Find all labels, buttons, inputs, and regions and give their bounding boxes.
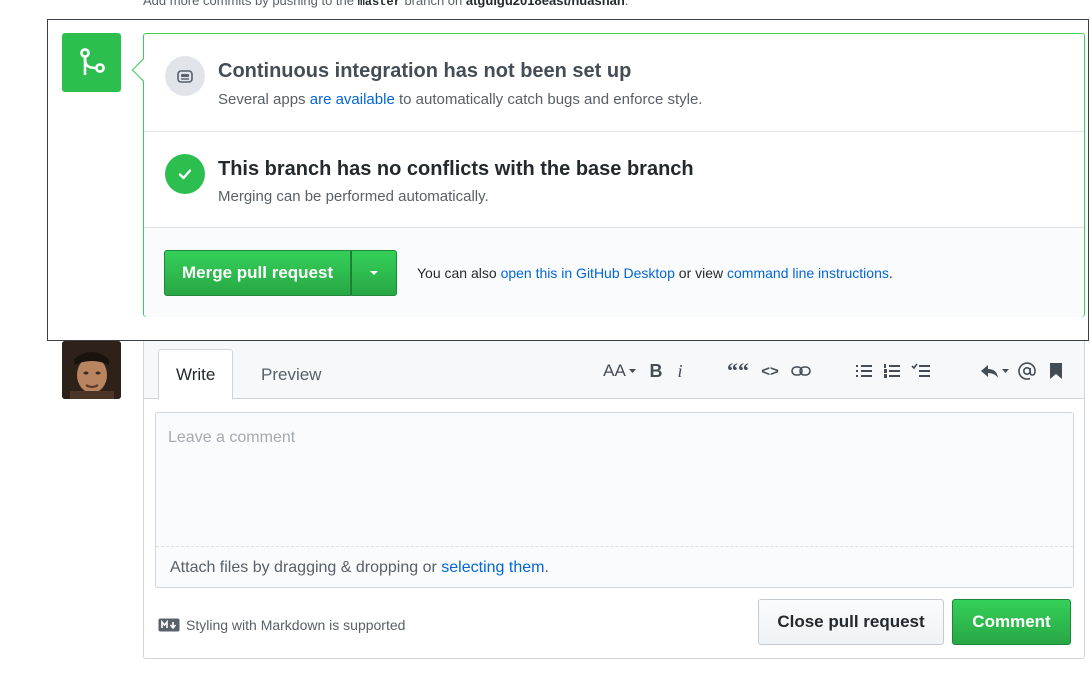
unordered-list-icon bbox=[856, 365, 872, 377]
link-icon bbox=[791, 366, 811, 376]
conflicts-description: Merging can be performed automatically. bbox=[218, 188, 489, 205]
comment-button[interactable]: Comment bbox=[952, 599, 1071, 645]
mention-icon bbox=[1018, 362, 1036, 380]
open-in-desktop-link[interactable]: open this in GitHub Desktop bbox=[501, 265, 675, 281]
bulleted-list-button[interactable] bbox=[853, 359, 875, 383]
mention-button[interactable] bbox=[1016, 359, 1038, 383]
apps-available-link[interactable]: are available bbox=[310, 91, 395, 108]
repo-name: atguigu2018east/huashan bbox=[465, 0, 625, 8]
merge-pull-request-button[interactable]: Merge pull request bbox=[164, 250, 352, 296]
saved-reply-button[interactable] bbox=[1046, 359, 1066, 383]
numbered-list-button[interactable] bbox=[881, 359, 903, 383]
branch-name: master bbox=[357, 0, 401, 9]
bold-button[interactable]: B bbox=[646, 359, 666, 383]
robot-icon bbox=[177, 70, 193, 83]
user-avatar-image bbox=[62, 341, 121, 399]
ci-description: Several apps are available to automatica… bbox=[218, 91, 703, 108]
merge-options-dropdown[interactable] bbox=[351, 250, 398, 296]
reply-icon bbox=[981, 365, 1009, 378]
command-line-instructions-link[interactable]: command line instructions bbox=[727, 265, 889, 281]
comment-tabbar: Write Preview AA B i ““ <> bbox=[144, 341, 1084, 400]
triangle-down-icon bbox=[370, 271, 379, 275]
merge-status-icon bbox=[62, 33, 121, 92]
tab-write[interactable]: Write bbox=[158, 349, 234, 400]
link-button[interactable] bbox=[789, 359, 813, 383]
conflicts-title: This branch has no conflicts with the ba… bbox=[218, 158, 694, 180]
markdown-icon bbox=[158, 618, 180, 632]
comment-textarea[interactable]: Leave a comment bbox=[156, 413, 1073, 546]
check-icon bbox=[178, 169, 192, 180]
success-status-icon bbox=[165, 154, 205, 194]
header-text-button[interactable]: AA bbox=[600, 359, 640, 383]
code-button[interactable]: <> bbox=[759, 359, 781, 383]
avatar[interactable] bbox=[62, 341, 121, 399]
triangle-down-icon bbox=[628, 369, 636, 373]
attach-files-bar[interactable]: Attach files by dragging & dropping or s… bbox=[156, 546, 1073, 588]
ordered-list-icon bbox=[884, 364, 900, 378]
merge-button-group: Merge pull request bbox=[164, 250, 398, 296]
push-commits-note: Add more commits by pushing to the maste… bbox=[143, 0, 628, 9]
quote-button[interactable]: ““ bbox=[727, 358, 749, 383]
markdown-support-note[interactable]: Styling with Markdown is supported bbox=[158, 617, 405, 633]
select-files-link[interactable]: selecting them bbox=[441, 559, 544, 576]
comment-input-wrap: Leave a comment Attach files by dragging… bbox=[155, 412, 1074, 588]
merge-panel: Continuous integration has not been set … bbox=[131, 33, 1085, 317]
merge-alternatives: You can also open this in GitHub Desktop… bbox=[417, 265, 893, 281]
git-merge-icon bbox=[79, 47, 105, 75]
close-pull-request-button[interactable]: Close pull request bbox=[758, 599, 944, 645]
ci-title: Continuous integration has not been set … bbox=[218, 60, 632, 82]
task-list-button[interactable] bbox=[909, 359, 933, 383]
italic-button[interactable]: i bbox=[672, 359, 688, 383]
tasklist-icon bbox=[911, 363, 930, 377]
bookmark-icon bbox=[1050, 363, 1062, 379]
ci-status-icon bbox=[165, 56, 205, 96]
reply-button[interactable] bbox=[978, 359, 1012, 383]
ci-status-row: Continuous integration has not been set … bbox=[144, 34, 1084, 132]
comment-form: Write Preview AA B i ““ <> Leave a comme… bbox=[143, 341, 1085, 659]
conflicts-status-row: This branch has no conflicts with the ba… bbox=[144, 132, 1084, 228]
merge-action-row: Merge pull request You can also open thi… bbox=[144, 228, 1084, 317]
tab-preview[interactable]: Preview bbox=[244, 349, 338, 400]
